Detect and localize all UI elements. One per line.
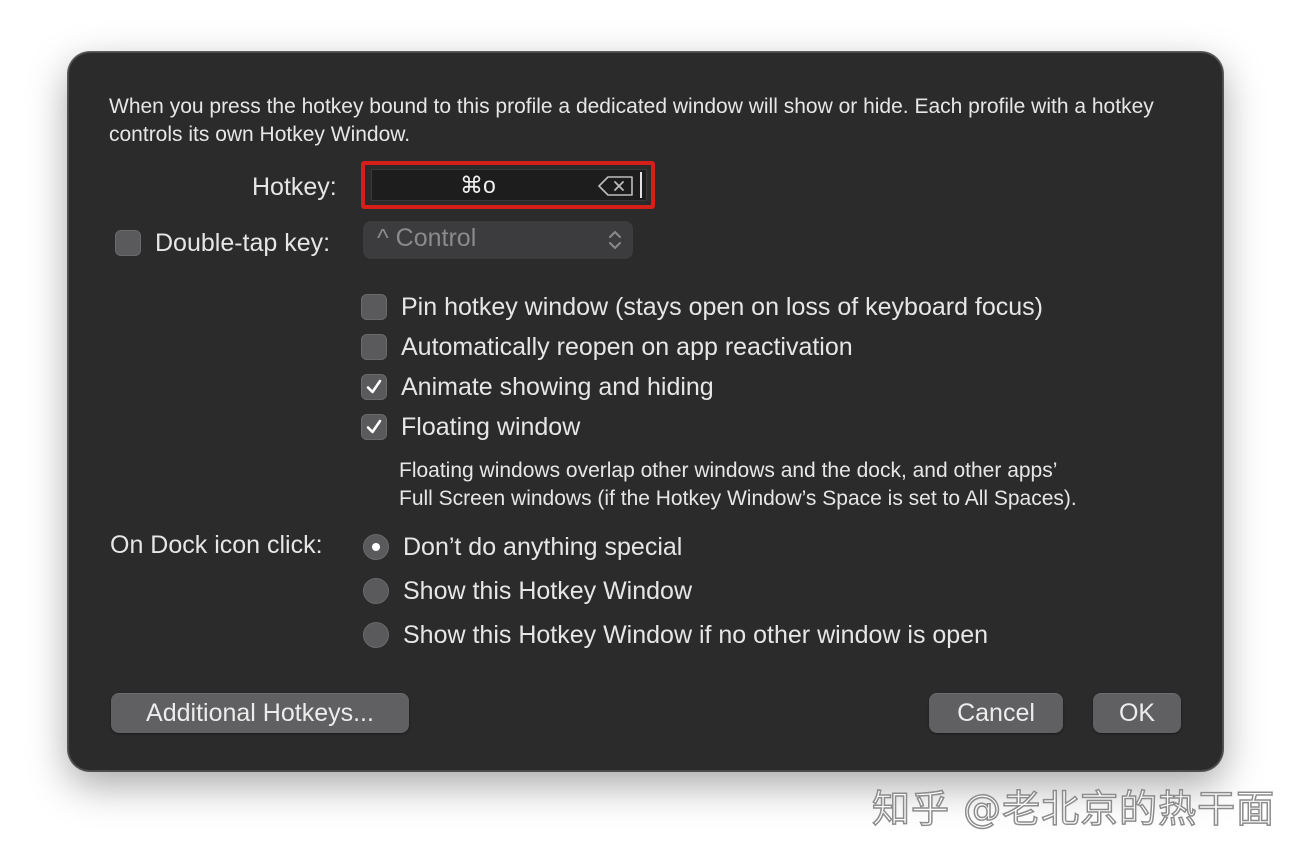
pin-hotkey-label: Pin hotkey window (stays open on loss of… <box>401 293 1044 321</box>
floating-note-line2: Full Screen windows (if the Hotkey Windo… <box>399 487 1077 510</box>
pin-hotkey-checkbox[interactable] <box>361 294 387 320</box>
hotkey-window-dialog: When you press the hotkey bound to this … <box>68 52 1223 771</box>
animate-label: Animate showing and hiding <box>401 373 714 401</box>
radio-dont-do-anything[interactable] <box>363 534 389 560</box>
double-tap-key-popup[interactable]: ^ Control <box>363 221 633 259</box>
text-caret <box>640 172 642 198</box>
radio-selected-dot <box>372 543 380 551</box>
dock-click-label: On Dock icon click: <box>110 531 323 559</box>
double-tap-label: Double-tap key: <box>155 229 331 257</box>
watermark-text: 知乎 @老北京的热干面 <box>871 786 1276 832</box>
animate-checkbox[interactable] <box>361 374 387 400</box>
intro-text: When you press the hotkey bound to this … <box>109 95 1154 146</box>
radio-show-hotkey-window-label: Show this Hotkey Window <box>403 577 693 605</box>
floating-window-checkbox[interactable] <box>361 414 387 440</box>
radio-show-hotkey-window[interactable] <box>363 578 389 604</box>
hotkey-field[interactable]: ⌘o <box>371 169 647 201</box>
auto-reopen-checkbox[interactable] <box>361 334 387 360</box>
auto-reopen-label: Automatically reopen on app reactivation <box>401 333 853 361</box>
checkmark-icon <box>366 379 382 394</box>
ok-button[interactable]: OK <box>1093 693 1181 733</box>
cancel-button[interactable]: Cancel <box>929 693 1063 733</box>
double-tap-checkbox[interactable] <box>115 230 141 256</box>
hotkey-value: ⌘o <box>460 172 496 198</box>
floating-window-label: Floating window <box>401 413 581 441</box>
radio-show-if-no-other[interactable] <box>363 622 389 648</box>
double-tap-key-value: ^ Control <box>377 224 477 252</box>
checkmark-icon <box>366 419 382 434</box>
clear-hotkey-icon[interactable] <box>598 176 634 196</box>
chevron-updown-icon <box>607 229 623 256</box>
additional-hotkeys-button[interactable]: Additional Hotkeys... <box>111 693 409 733</box>
radio-dont-do-anything-label: Don’t do anything special <box>403 533 683 561</box>
hotkey-highlight: ⌘o <box>361 161 655 209</box>
radio-show-if-no-other-label: Show this Hotkey Window if no other wind… <box>403 621 989 649</box>
hotkey-label: Hotkey: <box>252 173 337 201</box>
floating-note-line1: Floating windows overlap other windows a… <box>399 459 1058 482</box>
